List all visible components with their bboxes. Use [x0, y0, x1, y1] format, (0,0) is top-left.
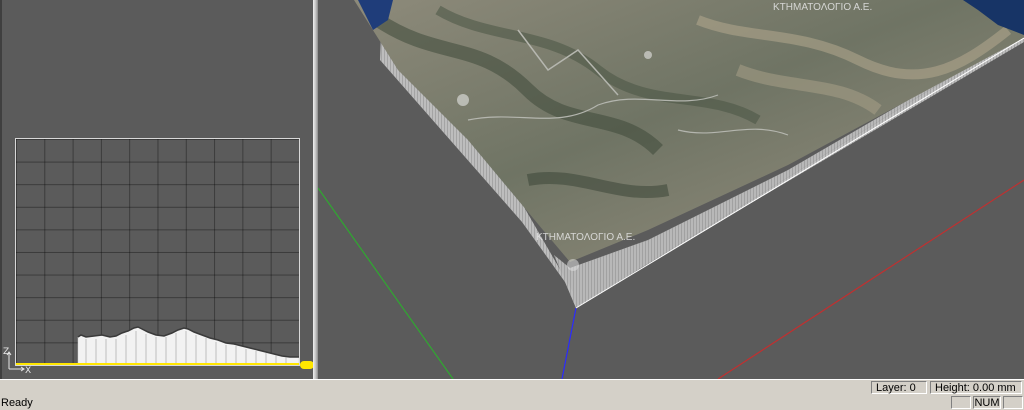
statusbar-top: Layer: 0 Height: 0.00 mm — [0, 380, 1024, 396]
scroll-pane — [1003, 396, 1023, 409]
3d-scene: ΚΤΗΜΑΤΟΛΟΓΙΟ Α.Ε. ΚΤΗΜΑΤΟΛΟΓΙΟ Α.Ε. — [318, 0, 1024, 379]
status-message: Ready — [1, 397, 33, 409]
layer-pane: Layer: 0 — [871, 381, 927, 394]
height-status: Height: 0.00 mm — [935, 382, 1016, 394]
num-pane: NUM — [973, 396, 1001, 409]
3d-viewport[interactable]: ΚΤΗΜΑΤΟΛΟΓΙΟ Α.Ε. ΚΤΗΜΑΤΟΛΟΓΙΟ Α.Ε. — [318, 0, 1024, 379]
statusbar-bottom: Ready NUM — [0, 396, 1024, 410]
pane-edge — [0, 0, 2, 379]
num-indicator: NUM — [974, 397, 1000, 409]
x-axis-line — [561, 307, 577, 379]
x-axis-label: X — [25, 366, 32, 376]
profile-graph[interactable] — [15, 138, 300, 366]
y-axis-line — [318, 187, 454, 379]
height-pane: Height: 0.00 mm — [930, 381, 1022, 394]
caps-pane — [951, 396, 971, 409]
terrain-label-bottom: ΚΤΗΜΑΤΟΛΟΓΙΟ Α.Ε. — [536, 232, 635, 243]
z-axis-line — [717, 179, 1024, 379]
baseline-handle[interactable] — [300, 361, 314, 369]
height-profile-chart — [16, 326, 299, 365]
profile-pane[interactable]: Z X — [0, 0, 314, 379]
terrain-label-top: ΚΤΗΜΑΤΟΛΟΓΙΟ Α.Ε. — [773, 2, 872, 13]
z-axis-label: Z — [3, 347, 10, 357]
layer-status: Layer: 0 — [876, 382, 916, 394]
